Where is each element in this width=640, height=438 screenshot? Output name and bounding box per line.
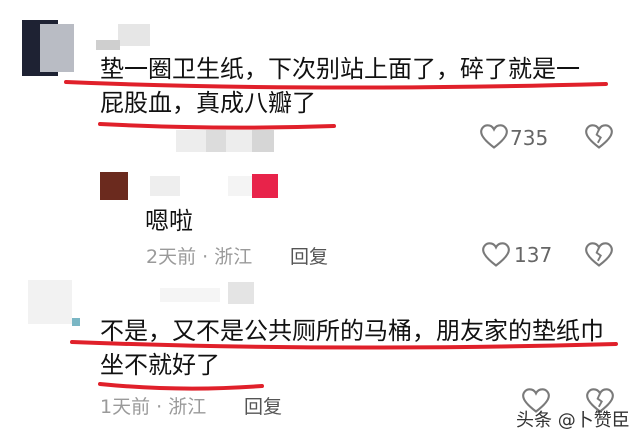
watermark-text: 头条 @卜赞臣 bbox=[516, 410, 630, 431]
reply-button-3[interactable]: 回复 bbox=[244, 392, 282, 419]
comment-3-time-location: 1天前 · 浙江 bbox=[100, 396, 207, 418]
red-underline-2 bbox=[70, 340, 618, 391]
